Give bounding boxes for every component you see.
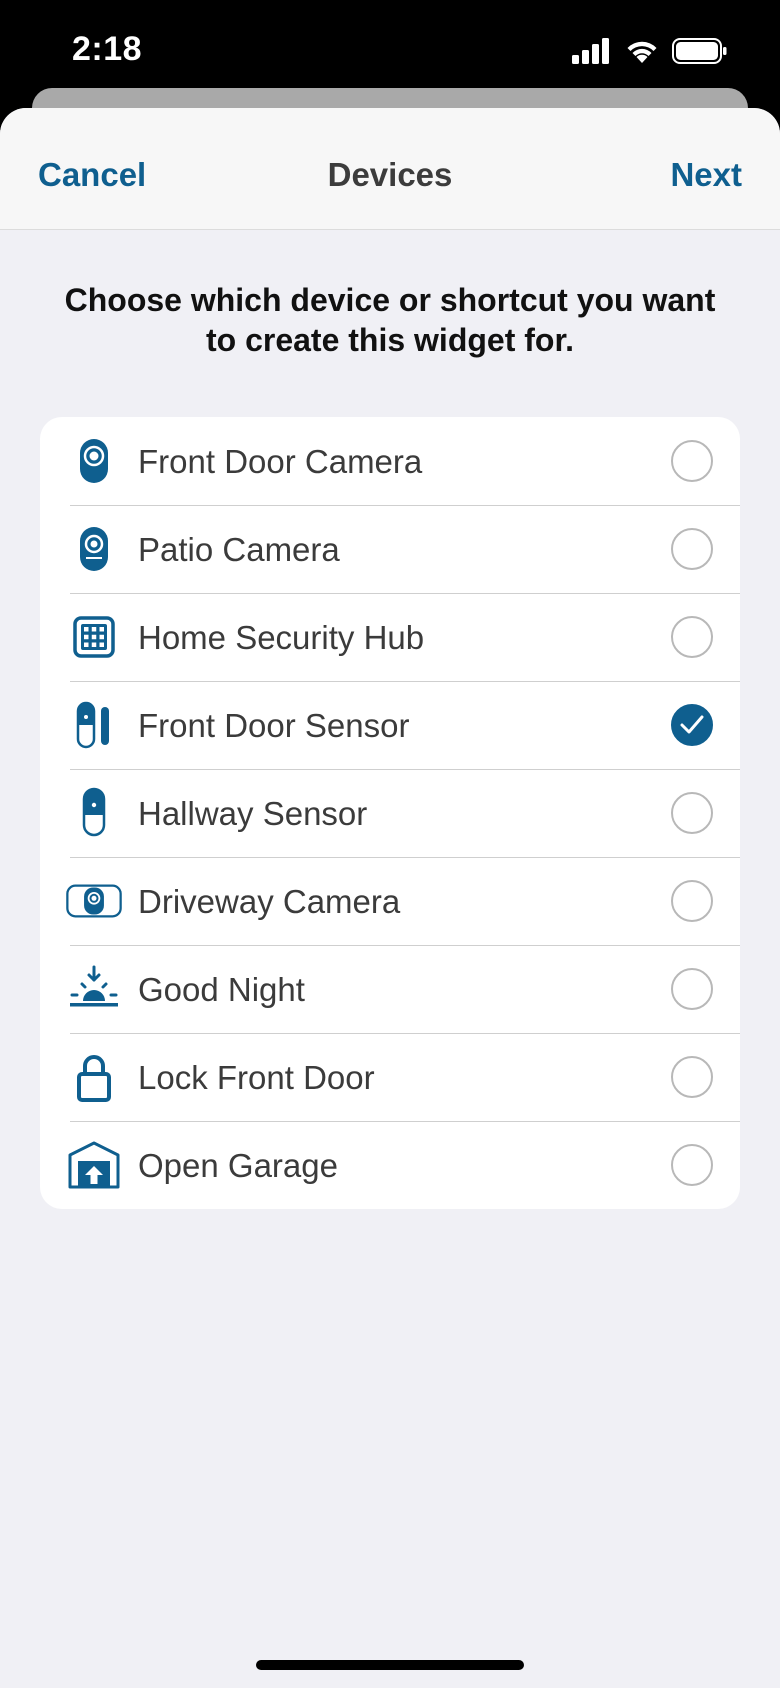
device-row-driveway-camera[interactable]: Driveway Camera [40, 857, 740, 945]
wifi-icon [627, 41, 657, 63]
status-icons [572, 38, 728, 64]
device-label: Home Security Hub [138, 619, 425, 656]
shortcut-row-good-night[interactable]: Good Night [40, 945, 740, 1033]
checkmark-icon [680, 715, 704, 734]
device-label: Front Door Camera [138, 443, 423, 480]
device-row-patio-camera[interactable]: Patio Camera [40, 505, 740, 593]
device-row-hallway-sensor[interactable]: Hallway Sensor [40, 769, 740, 857]
devices-sheet: Cancel Devices Next Choose which device … [0, 108, 780, 1688]
contact-sensor-icon [66, 697, 122, 753]
camera-icon [66, 521, 122, 577]
device-list: Front Door Camera Patio Camera Home Secu… [40, 417, 740, 1209]
device-label: Open Garage [138, 1147, 338, 1184]
device-row-front-door-camera[interactable]: Front Door Camera [40, 417, 740, 505]
page-title: Devices [327, 156, 453, 193]
device-label: Lock Front Door [138, 1059, 375, 1096]
selection-radio[interactable] [671, 968, 713, 1010]
device-row-front-door-sensor[interactable]: Front Door Sensor [40, 681, 740, 769]
selection-radio[interactable] [671, 1056, 713, 1098]
home-indicator[interactable] [256, 1660, 524, 1670]
keypad-icon [66, 609, 122, 665]
selection-radio[interactable] [671, 528, 713, 570]
selection-radio[interactable] [671, 1144, 713, 1186]
device-label: Good Night [138, 971, 305, 1008]
garage-icon [66, 1137, 122, 1193]
device-label: Driveway Camera [138, 883, 401, 920]
device-label: Patio Camera [138, 531, 340, 568]
next-button[interactable]: Next [670, 156, 742, 194]
status-time: 2:18 [72, 30, 143, 68]
selection-radio-checked[interactable] [671, 704, 713, 746]
battery-icon [672, 38, 727, 64]
selection-radio[interactable] [671, 792, 713, 834]
device-label: Front Door Sensor [138, 707, 410, 744]
sunset-icon [66, 961, 122, 1017]
selection-radio[interactable] [671, 880, 713, 922]
floodlight-camera-icon [66, 873, 122, 929]
instruction-text: Choose which device or shortcut you want… [64, 282, 716, 358]
selection-radio[interactable] [671, 440, 713, 482]
motion-sensor-icon [66, 785, 122, 841]
navigation-bar: Cancel Devices Next [0, 108, 780, 230]
selection-radio[interactable] [671, 616, 713, 658]
shortcut-row-lock-front-door[interactable]: Lock Front Door [40, 1033, 740, 1121]
device-row-home-security-hub[interactable]: Home Security Hub [40, 593, 740, 681]
lock-icon [66, 1049, 122, 1105]
camera-icon [66, 433, 122, 489]
shortcut-row-open-garage[interactable]: Open Garage [40, 1121, 740, 1209]
device-label: Hallway Sensor [138, 795, 368, 832]
cellular-signal-icon [572, 38, 609, 64]
